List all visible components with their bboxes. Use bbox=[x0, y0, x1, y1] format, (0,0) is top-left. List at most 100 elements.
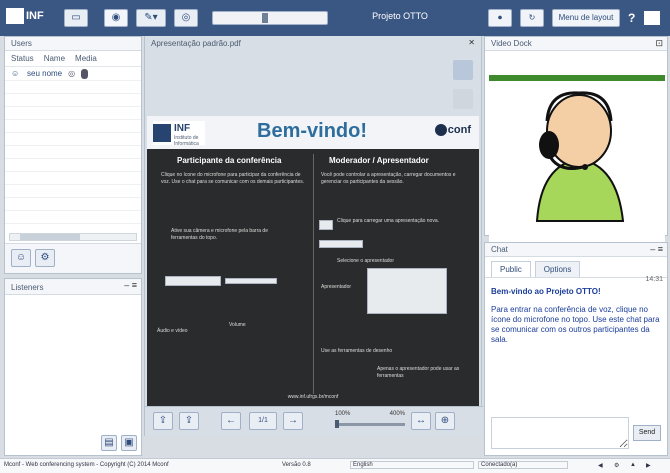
mic-icon: ✎▾ bbox=[144, 12, 158, 23]
listeners-left-button[interactable]: ▤ bbox=[101, 435, 117, 451]
users-footer: ☺ ⚙ bbox=[5, 243, 141, 273]
copyright-text: Mconf - Web conferencing system - Copyri… bbox=[4, 462, 169, 468]
version-text: Versão 0.8 bbox=[282, 462, 311, 468]
listeners-panel: Listeners ‒ ≡ ▤ ▣ bbox=[4, 278, 142, 456]
volume-knob[interactable] bbox=[261, 13, 268, 23]
avatar-icon bbox=[535, 91, 625, 222]
column-name[interactable]: Name bbox=[44, 54, 65, 63]
camera-button[interactable]: ◉ bbox=[104, 9, 128, 27]
pointer-tool-icon[interactable] bbox=[453, 60, 473, 80]
page-number[interactable]: 1/1 bbox=[249, 412, 277, 430]
slide-right-note-4: Use as ferramentas de desenho bbox=[321, 348, 393, 354]
slide-mini-toolbar bbox=[165, 276, 221, 286]
prev-slide-button[interactable]: ← bbox=[221, 412, 241, 430]
slide-left-label-a: Áudio e vídeo bbox=[157, 328, 188, 334]
zoom-label-min: 100% bbox=[335, 411, 351, 417]
chat-messages: 14:31 Bem-vindo ao Projeto OTTO! Para en… bbox=[491, 276, 663, 345]
upload-icon[interactable]: ▲ bbox=[630, 462, 636, 468]
listeners-right-button[interactable]: ▣ bbox=[121, 435, 137, 451]
close-icon[interactable]: ✕ bbox=[468, 38, 475, 47]
settings-icon[interactable]: ⚙ bbox=[614, 462, 619, 469]
top-toolbar: INF ▭ ◉ ✎▾ ◎ Projeto OTTO ⏺ ↻ Menu de la… bbox=[0, 0, 670, 36]
user-row[interactable]: ☺ seu nome ◎ bbox=[5, 67, 141, 81]
fit-width-button[interactable]: ↔ bbox=[411, 412, 431, 430]
mic-dropdown-button[interactable]: ✎▾ bbox=[136, 9, 166, 27]
slide-right-title: Moderador / Apresentador bbox=[329, 156, 429, 165]
chat-message: Para entrar na conferência de voz, cliqu… bbox=[491, 305, 660, 344]
play-icon[interactable]: ▶ bbox=[646, 462, 651, 469]
scrollbar-thumb[interactable] bbox=[20, 234, 80, 240]
volume-slider[interactable] bbox=[212, 11, 328, 25]
language-select[interactable]: English bbox=[350, 461, 474, 469]
slide-footer: www.inf.ufrgs.br/mconf bbox=[287, 394, 339, 400]
volume-icon[interactable]: ◀ bbox=[598, 462, 603, 469]
record-button[interactable]: ⏺ bbox=[488, 9, 512, 27]
slide-left-text: Clique no ícone do microfone para partic… bbox=[161, 172, 305, 185]
zoom-label-max: 400% bbox=[389, 411, 405, 417]
mic-icon bbox=[81, 68, 89, 79]
slide-right-note-3: Apresentador bbox=[321, 284, 352, 290]
pencil-tool-icon[interactable] bbox=[453, 89, 473, 109]
gear-button[interactable]: ⚙ bbox=[35, 249, 55, 267]
settings-user-button[interactable]: ☺ bbox=[11, 249, 31, 267]
user-name: seu nome bbox=[27, 69, 63, 78]
dock-icon[interactable]: ⊡ bbox=[655, 38, 663, 49]
presentation-panel: Apresentação padrão.pdf ✕ INF Instituto … bbox=[144, 36, 483, 436]
users-columns: Status Name Media bbox=[5, 51, 141, 67]
logo-mark-icon bbox=[6, 8, 24, 24]
column-status[interactable]: Status bbox=[11, 54, 34, 63]
connection-status[interactable]: Conectado(a) bbox=[478, 461, 568, 469]
slide-logo: INF Instituto de Informática bbox=[153, 121, 205, 147]
send-button[interactable]: Send bbox=[633, 425, 661, 441]
webcam-panel: Video Dock ⊡ bbox=[484, 36, 668, 243]
fit-page-button[interactable]: ⊕ bbox=[435, 412, 455, 430]
upload-button[interactable]: ⇪ bbox=[153, 412, 173, 430]
presentation-controls: ⇪ ⇪ ← 1/1 → 100% 400% ↔ ⊕ bbox=[145, 406, 483, 436]
chat-header: Chat ‒ ≡ bbox=[485, 243, 667, 257]
zoom-knob[interactable] bbox=[335, 420, 339, 428]
tab-options[interactable]: Options bbox=[534, 261, 581, 277]
webcam-placeholder bbox=[489, 55, 665, 243]
app-title: Projeto OTTO bbox=[372, 11, 428, 21]
brand-logo-icon bbox=[434, 124, 447, 137]
users-scrollbar[interactable] bbox=[9, 233, 137, 241]
slide-mini-buttons bbox=[319, 240, 363, 248]
presentation-header: Apresentação padrão.pdf ✕ bbox=[151, 38, 475, 48]
slide-left-title: Participante da conferência bbox=[177, 156, 282, 165]
webcam-header: Video Dock ⊡ bbox=[485, 37, 667, 51]
users-panel: Users Status Name Media ☺ seu nome ◎ ☺ ⚙ bbox=[4, 36, 142, 274]
users-panel-header: Users bbox=[5, 37, 141, 51]
column-media[interactable]: Media bbox=[75, 54, 97, 63]
tab-public[interactable]: Public bbox=[491, 261, 531, 277]
brand-logo: conf bbox=[434, 124, 471, 137]
chat-welcome-message: Bem-vindo ao Projeto OTTO! bbox=[491, 287, 601, 296]
panel-controls-icon[interactable]: ‒ ≡ bbox=[124, 280, 137, 290]
chat-input[interactable] bbox=[491, 417, 629, 449]
slide-mini-userlist bbox=[367, 268, 447, 314]
monitor-button[interactable]: ▭ bbox=[64, 9, 88, 27]
monitor-icon: ▭ bbox=[71, 12, 81, 23]
slide-left-note: Ative sua câmera e microfone pela barra … bbox=[171, 228, 268, 241]
slide-mini-slider bbox=[225, 278, 277, 284]
zoom-slider[interactable]: 100% 400% bbox=[335, 411, 405, 428]
listeners-header: Listeners ‒ ≡ bbox=[5, 279, 141, 295]
lock-button[interactable]: ↻ bbox=[520, 9, 544, 27]
download-button[interactable]: ⇪ bbox=[179, 412, 199, 430]
panel-controls-icon[interactable]: ‒ ≡ bbox=[650, 244, 663, 254]
help-icon[interactable]: ? bbox=[628, 11, 635, 25]
chat-panel: Chat ‒ ≡ Public Options 14:31 Bem-vindo … bbox=[484, 242, 668, 456]
target-button[interactable]: ◎ bbox=[174, 9, 198, 27]
camera-icon: ◉ bbox=[111, 12, 121, 23]
slide-right-note-5: Apenas o apresentador pode usar as ferra… bbox=[377, 366, 460, 379]
institute-logo-icon bbox=[153, 124, 171, 142]
status-bar: Mconf - Web conferencing system - Copyri… bbox=[0, 458, 670, 473]
status-icon: ☺ bbox=[11, 69, 20, 78]
chat-timestamp: 14:31 bbox=[645, 276, 663, 283]
app-logo: INF bbox=[6, 8, 44, 28]
menu-icon[interactable] bbox=[644, 11, 660, 25]
layout-dropdown[interactable]: Menu de layout bbox=[552, 9, 620, 27]
next-slide-button[interactable]: → bbox=[283, 412, 303, 430]
slide-header: INF Instituto de Informática Bem-vindo! … bbox=[147, 116, 479, 149]
slide-right-note-2: Selecione o apresentador bbox=[337, 258, 394, 264]
webcam-icon: ◎ bbox=[68, 69, 76, 78]
